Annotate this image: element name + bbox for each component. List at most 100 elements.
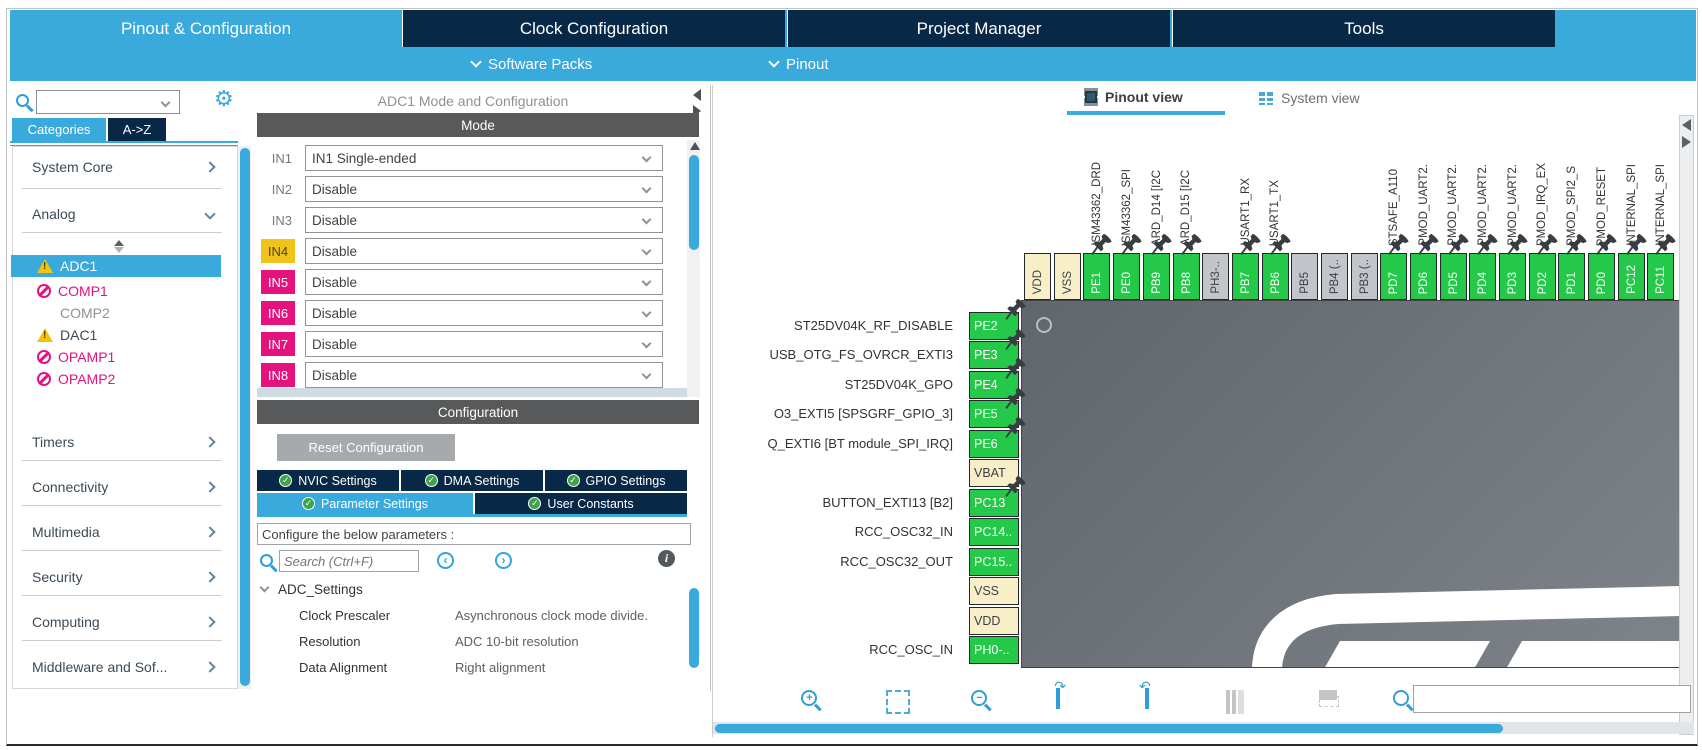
tab-user-constants[interactable]: ✓ User Constants bbox=[475, 493, 687, 514]
tab-a-to-z[interactable]: A->Z bbox=[108, 118, 166, 141]
tab-nvic-settings[interactable]: ✓ NVIC Settings bbox=[257, 470, 399, 491]
tab-gpio-settings[interactable]: ✓ GPIO Settings bbox=[545, 470, 687, 491]
tab-dma-settings[interactable]: ✓ DMA Settings bbox=[401, 470, 543, 491]
in4-select[interactable]: Disable bbox=[305, 238, 663, 264]
sidebar-scrollbar-thumb[interactable] bbox=[240, 148, 250, 686]
pin-pd3[interactable]: PD3 bbox=[1499, 253, 1526, 300]
pin-pb4[interactable]: PB4 (.. bbox=[1321, 253, 1348, 300]
sidebar-item-adc1[interactable]: ADC1 bbox=[11, 255, 221, 277]
group-label: System Core bbox=[32, 159, 113, 175]
pin-pb6[interactable]: PB6 bbox=[1262, 253, 1289, 300]
pinout-vertical-scrollbar[interactable] bbox=[1679, 115, 1694, 735]
sidebar-group-security[interactable]: Security bbox=[32, 567, 214, 587]
sidebar-group-connectivity[interactable]: Connectivity bbox=[32, 477, 214, 497]
select-value: Disable bbox=[312, 275, 357, 290]
in7-select[interactable]: Disable bbox=[305, 331, 663, 357]
mcu-chip-body[interactable] bbox=[1021, 300, 1681, 668]
tab-parameter-settings[interactable]: ✓ Parameter Settings bbox=[257, 493, 473, 514]
sort-arrows-icon[interactable] bbox=[114, 240, 124, 253]
gear-icon[interactable]: ⚙ bbox=[214, 88, 234, 110]
pin-pc12[interactable]: PC12 bbox=[1618, 253, 1645, 300]
pinout-menu[interactable]: Pinout bbox=[770, 47, 829, 81]
scroll-up-arrow[interactable] bbox=[690, 142, 700, 150]
pin-search-input[interactable] bbox=[1413, 685, 1691, 713]
configuration-scrollbar-thumb[interactable] bbox=[689, 588, 699, 668]
parameter-search-input[interactable] bbox=[279, 550, 419, 572]
pin-pe0[interactable]: PE0 bbox=[1113, 253, 1140, 300]
tab-categories[interactable]: Categories bbox=[12, 118, 106, 141]
tab-project-manager[interactable]: Project Manager bbox=[787, 10, 1170, 47]
sidebar-group-timers[interactable]: Timers bbox=[32, 432, 214, 452]
zoom-out-icon[interactable]: − bbox=[971, 690, 987, 706]
sidebar-search-input[interactable] bbox=[36, 90, 180, 114]
reset-configuration-button[interactable]: Reset Configuration bbox=[277, 434, 455, 461]
pin-pc11[interactable]: PC11 bbox=[1647, 253, 1674, 300]
pin-pc15[interactable]: PC15.. bbox=[969, 548, 1019, 576]
pin-pb9[interactable]: PB9 bbox=[1143, 253, 1170, 300]
sidebar-group-system-core[interactable]: System Core bbox=[32, 157, 214, 177]
best-fit-icon[interactable] bbox=[886, 690, 910, 714]
sidebar-item-opamp2[interactable]: OPAMP2 bbox=[11, 368, 221, 390]
in2-select[interactable]: Disable bbox=[305, 176, 663, 202]
pin-pe1[interactable]: PE1 bbox=[1083, 253, 1110, 300]
zoom-in-icon[interactable]: + bbox=[801, 690, 817, 706]
mode-horizontal-scrollbar[interactable] bbox=[257, 388, 687, 397]
pin-vdd-left[interactable]: VDD bbox=[969, 607, 1019, 635]
rotate-counterclockwise-icon[interactable] bbox=[1145, 688, 1149, 709]
param-name[interactable]: Clock Prescaler bbox=[299, 608, 390, 623]
sidebar-group-multimedia[interactable]: Multimedia bbox=[32, 522, 214, 542]
param-name[interactable]: Resolution bbox=[299, 634, 360, 649]
info-icon[interactable]: i bbox=[658, 550, 675, 567]
sidebar-group-analog[interactable]: Analog bbox=[32, 204, 214, 224]
pin-pd1[interactable]: PD1 bbox=[1558, 253, 1585, 300]
sidebar-item-opamp1[interactable]: OPAMP1 bbox=[11, 346, 221, 368]
in6-select[interactable]: Disable bbox=[305, 300, 663, 326]
pin-pd4[interactable]: PD4 bbox=[1469, 253, 1496, 300]
param-name[interactable]: Data Alignment bbox=[299, 660, 387, 675]
pin-pd7[interactable]: PD7 bbox=[1380, 253, 1407, 300]
in3-select[interactable]: Disable bbox=[305, 207, 663, 233]
pin-pd6[interactable]: PD6 bbox=[1410, 253, 1437, 300]
pin-pd2[interactable]: PD2 bbox=[1529, 253, 1556, 300]
scroll-arrows[interactable] bbox=[1682, 119, 1691, 148]
rotate-clockwise-icon[interactable] bbox=[1056, 688, 1060, 709]
pushpin-icon bbox=[1448, 233, 1470, 255]
pin-pd5[interactable]: PD5 bbox=[1440, 253, 1467, 300]
pin-ph0[interactable]: PH0-.. bbox=[969, 636, 1019, 664]
tab-system-view[interactable]: System view bbox=[1259, 90, 1360, 106]
sidebar-group-middleware[interactable]: Middleware and Sof... bbox=[32, 657, 214, 677]
sidebar-item-comp1[interactable]: COMP1 bbox=[11, 280, 221, 302]
param-value[interactable]: Asynchronous clock mode divide. bbox=[455, 608, 648, 623]
previous-match-icon[interactable]: ‹ bbox=[437, 552, 454, 569]
pin-vdd-top[interactable]: VDD bbox=[1024, 253, 1051, 300]
pin-pc14[interactable]: PC14.. bbox=[969, 518, 1019, 546]
sidebar-item-dac1[interactable]: DAC1 bbox=[11, 324, 221, 346]
pin-vss-top[interactable]: VSS bbox=[1054, 253, 1081, 300]
select-value: Disable bbox=[312, 368, 357, 383]
tab-clock-configuration[interactable]: Clock Configuration bbox=[402, 10, 785, 47]
in5-select[interactable]: Disable bbox=[305, 269, 663, 295]
tab-pinout-configuration[interactable]: Pinout & Configuration bbox=[10, 10, 402, 47]
tab-pinout-view[interactable]: Pinout view bbox=[1085, 89, 1183, 105]
pin-pb8[interactable]: PB8 bbox=[1173, 253, 1200, 300]
pin-ph3[interactable]: PH3-.. bbox=[1202, 253, 1229, 300]
mode-scrollbar-thumb[interactable] bbox=[689, 155, 699, 250]
in8-select[interactable]: Disable bbox=[305, 362, 663, 388]
param-value[interactable]: Right alignment bbox=[455, 660, 545, 675]
pin-pb3[interactable]: PB3 (.. bbox=[1351, 253, 1378, 300]
software-packs-menu[interactable]: Software Packs bbox=[472, 47, 592, 81]
divider bbox=[22, 550, 222, 551]
pin-pd0[interactable]: PD0 bbox=[1588, 253, 1615, 300]
adc-settings-group[interactable]: ADC_Settings bbox=[261, 582, 363, 597]
pin-pb7[interactable]: PB7 bbox=[1232, 253, 1259, 300]
pin-vss-left[interactable]: VSS bbox=[969, 577, 1019, 605]
in1-select[interactable]: IN1 Single-ended bbox=[305, 145, 663, 171]
signal-label-pc15: RCC_OSC32_OUT bbox=[840, 554, 953, 569]
param-value[interactable]: ADC 10-bit resolution bbox=[455, 634, 579, 649]
tab-tools[interactable]: Tools bbox=[1172, 10, 1555, 47]
pin-pb5[interactable]: PB5 bbox=[1291, 253, 1318, 300]
pinout-horizontal-scrollbar-thumb[interactable] bbox=[715, 724, 1503, 733]
next-match-icon[interactable]: › bbox=[495, 552, 512, 569]
sidebar-item-comp2[interactable]: COMP2 bbox=[11, 302, 221, 324]
sidebar-group-computing[interactable]: Computing bbox=[32, 612, 214, 632]
